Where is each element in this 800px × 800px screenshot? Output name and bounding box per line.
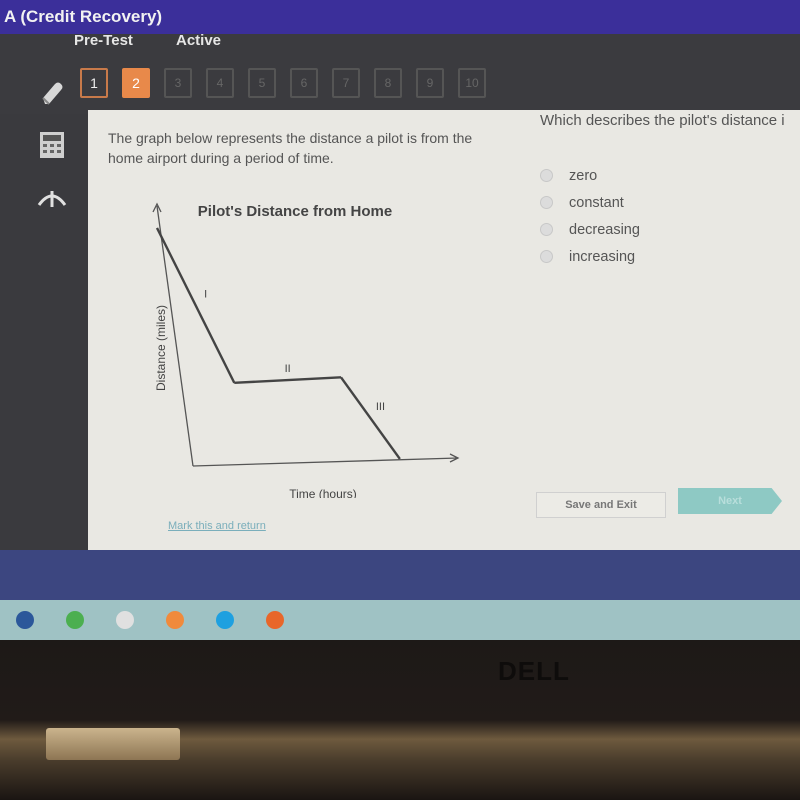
answer-option-label: decreasing — [569, 221, 640, 238]
brand-logo: DELL — [498, 656, 570, 686]
media-player-icon — [166, 611, 184, 629]
y-axis-label: Distance (miles) — [154, 305, 168, 391]
question-nav-4[interactable]: 4 — [206, 68, 234, 98]
line-segment-2 — [234, 376, 342, 385]
word-taskbar-button[interactable] — [0, 602, 50, 638]
taskbar — [0, 600, 800, 640]
question-nav-8[interactable]: 8 — [374, 68, 402, 98]
calculator-tool-button[interactable] — [22, 120, 82, 170]
question-text: Which describes the pilot's distance i — [540, 112, 785, 129]
tab-active[interactable]: Active — [176, 32, 221, 49]
answer-option-constant[interactable]: constant — [540, 189, 640, 216]
save-and-exit-button[interactable]: Save and Exit — [536, 492, 666, 518]
question-nav-1[interactable]: 1 — [80, 68, 108, 98]
pencil-tool-button[interactable] — [22, 68, 82, 118]
chart-title: Pilot's Distance from Home — [198, 203, 392, 220]
question-nav-10[interactable]: 10 — [458, 68, 486, 98]
segment-label-III: III — [376, 401, 385, 413]
hinge — [46, 728, 180, 760]
answer-option-decreasing[interactable]: decreasing — [540, 216, 640, 243]
firefox-taskbar-button[interactable] — [250, 602, 300, 638]
chrome-icon — [66, 611, 84, 629]
answer-option-label: constant — [569, 194, 624, 211]
x-axis — [192, 457, 459, 467]
chart-marks: IIIIII — [155, 227, 401, 460]
app-icon — [116, 611, 134, 629]
question-nav-3[interactable]: 3 — [164, 68, 192, 98]
calculator-icon — [40, 132, 64, 158]
media-player-taskbar-button[interactable] — [150, 602, 200, 638]
question-nav-5[interactable]: 5 — [248, 68, 276, 98]
firefox-icon — [266, 611, 284, 629]
line-segment-1 — [155, 227, 236, 384]
question-nav-9[interactable]: 9 — [416, 68, 444, 98]
answer-option-zero[interactable]: zero — [540, 162, 640, 189]
question-nav-2[interactable]: 2 — [122, 68, 150, 98]
title-bar: A (Credit Recovery) — [0, 0, 800, 34]
page-background — [0, 550, 800, 600]
radio-button[interactable] — [540, 196, 553, 209]
question-panel: The graph below represents the distance … — [88, 110, 800, 550]
radio-button[interactable] — [540, 250, 553, 263]
question-navigation: 1 2 3 4 5 6 7 8 9 10 — [80, 68, 486, 98]
internet-explorer-icon — [216, 611, 234, 629]
screen: A (Credit Recovery) Pre-Test Active 1234… — [0, 0, 800, 640]
distance-chart: Pilot's Distance from Home Distance (mil… — [152, 202, 460, 498]
mark-and-return-link[interactable]: Mark this and return — [168, 520, 266, 532]
question-nav-7[interactable]: 7 — [332, 68, 360, 98]
tab-pretest[interactable]: Pre-Test — [74, 32, 133, 49]
line-segment-3 — [340, 376, 401, 460]
reference-tool-button[interactable] — [22, 172, 82, 222]
x-axis-label: Time (hours) — [289, 487, 357, 498]
chrome-taskbar-button[interactable] — [50, 602, 100, 638]
word-icon — [16, 611, 34, 629]
radio-button[interactable] — [540, 223, 553, 236]
chart-axes — [152, 202, 460, 467]
answer-option-increasing[interactable]: increasing — [540, 243, 640, 270]
segment-label-II: II — [285, 363, 291, 375]
answer-option-label: increasing — [569, 248, 636, 265]
next-button[interactable]: Next — [678, 488, 782, 514]
internet-explorer-taskbar-button[interactable] — [200, 602, 250, 638]
answer-options: zero constant decreasing increasing — [540, 162, 640, 270]
segment-label-I: I — [204, 288, 207, 300]
question-nav-6[interactable]: 6 — [290, 68, 318, 98]
radio-button[interactable] — [540, 169, 553, 182]
app-taskbar-button[interactable] — [100, 602, 150, 638]
pencil-icon — [42, 82, 63, 105]
reference-arrow-icon — [37, 191, 67, 207]
laptop-bezel: DELL — [0, 640, 800, 800]
question-prompt: The graph below represents the distance … — [108, 130, 473, 166]
answer-option-label: zero — [569, 167, 598, 184]
